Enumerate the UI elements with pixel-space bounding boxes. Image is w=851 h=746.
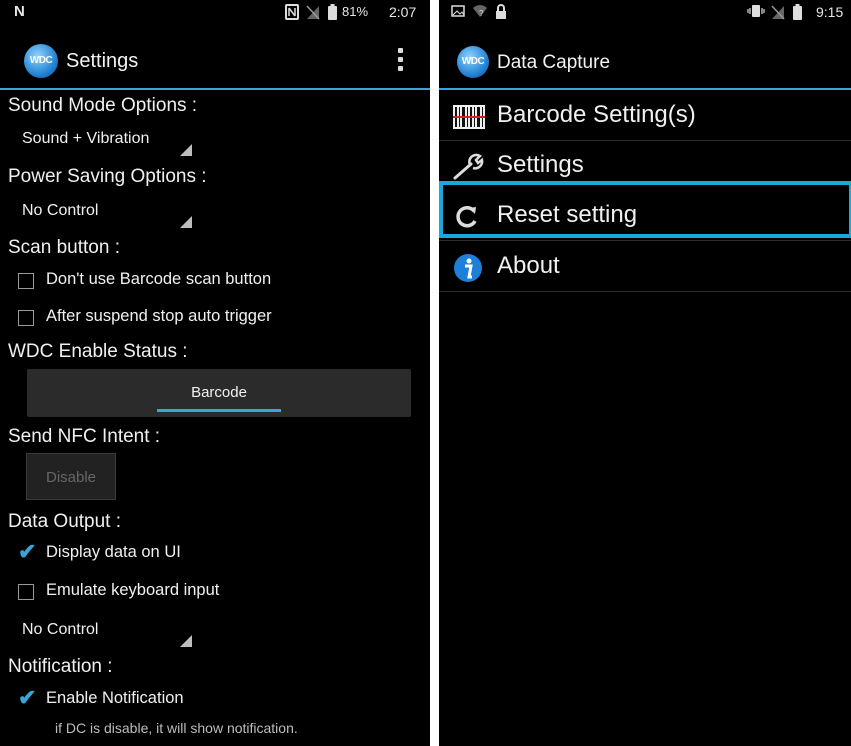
battery-percent: 81% bbox=[342, 4, 369, 19]
lock-icon bbox=[495, 4, 507, 22]
menu-item-label: Barcode Setting(s) bbox=[497, 101, 696, 128]
status-bar: ? 9:15 bbox=[439, 0, 851, 26]
nfc-icon bbox=[285, 4, 299, 23]
data-output-spinner[interactable]: No Control bbox=[22, 621, 192, 647]
image-notification-icon bbox=[451, 4, 465, 21]
spinner-arrow-icon bbox=[180, 635, 192, 647]
spinner-arrow-icon bbox=[180, 216, 192, 228]
nfc-disable-button[interactable]: Disable bbox=[26, 453, 116, 500]
checkbox-box bbox=[18, 310, 34, 326]
sound-mode-spinner[interactable]: Sound + Vibration bbox=[22, 130, 192, 156]
send-nfc-heading: Send NFC Intent : bbox=[8, 426, 161, 447]
data-output-value: No Control bbox=[22, 621, 99, 638]
tab-indicator bbox=[157, 409, 281, 412]
notification-heading: Notification : bbox=[8, 656, 113, 677]
power-saving-heading: Power Saving Options : bbox=[8, 166, 207, 187]
data-output-heading: Data Output : bbox=[8, 511, 122, 532]
wdc-enable-heading: WDC Enable Status : bbox=[8, 341, 188, 362]
battery-icon bbox=[328, 4, 337, 23]
checkbox-label: After suspend stop auto trigger bbox=[46, 307, 272, 325]
wifi-icon: ? bbox=[472, 4, 488, 21]
checkbox-label: Don't use Barcode scan button bbox=[46, 270, 272, 288]
checkbox-box bbox=[18, 273, 34, 289]
no-signal-icon bbox=[306, 4, 320, 23]
clock: 9:15 bbox=[816, 4, 844, 20]
checkbox-label: Enable Notification bbox=[46, 689, 184, 707]
settings-screen: N 81% 2:07 WDC Settings Sound Mode Optio… bbox=[0, 0, 430, 746]
sound-mode-value: Sound + Vibration bbox=[22, 130, 150, 147]
highlight-box bbox=[439, 181, 851, 238]
menu-item-barcode-settings[interactable]: Barcode Setting(s) bbox=[439, 90, 851, 141]
power-saving-spinner[interactable]: No Control bbox=[22, 202, 192, 228]
menu-item-label: Settings bbox=[497, 151, 584, 178]
wdc-logo-icon: WDC bbox=[457, 46, 489, 78]
checkbox-label: Display data on UI bbox=[46, 543, 181, 561]
vibrate-icon bbox=[747, 4, 765, 21]
tab-barcode[interactable]: Barcode bbox=[27, 384, 411, 401]
checkmark-icon: ✔ bbox=[18, 685, 37, 710]
action-bar: WDC Settings bbox=[0, 26, 430, 90]
page-title: Data Capture bbox=[497, 52, 611, 73]
checkbox-label: Emulate keyboard input bbox=[46, 581, 220, 599]
barcode-icon bbox=[453, 102, 485, 132]
action-bar: WDC Data Capture bbox=[439, 26, 851, 90]
data-capture-screen: ? 9:15 WDC Data Capture Barcode Setting(… bbox=[439, 0, 851, 746]
info-icon bbox=[453, 253, 483, 283]
svg-text:?: ? bbox=[479, 9, 484, 18]
menu-item-label: About bbox=[497, 252, 560, 279]
wdc-logo-icon: WDC bbox=[24, 44, 58, 78]
checkmark-icon: ✔ bbox=[18, 539, 37, 564]
scan-button-heading: Scan button : bbox=[8, 237, 120, 258]
spinner-arrow-icon bbox=[180, 144, 192, 156]
power-saving-value: No Control bbox=[22, 202, 99, 219]
wrench-icon bbox=[453, 152, 484, 182]
status-bar: N 81% 2:07 bbox=[0, 0, 430, 26]
menu-item-about[interactable]: About bbox=[439, 241, 851, 292]
page-title: Settings bbox=[66, 50, 139, 72]
overflow-menu-icon[interactable] bbox=[398, 48, 404, 74]
checkbox-box bbox=[18, 584, 34, 600]
no-signal-icon bbox=[771, 4, 785, 23]
sound-mode-heading: Sound Mode Options : bbox=[8, 95, 198, 116]
wdc-tab-bar: Barcode bbox=[27, 369, 411, 417]
notification-hint: if DC is disable, it will show notificat… bbox=[55, 720, 298, 736]
battery-icon bbox=[793, 4, 802, 23]
notification-n-icon: N bbox=[14, 3, 25, 20]
clock: 2:07 bbox=[389, 4, 417, 20]
